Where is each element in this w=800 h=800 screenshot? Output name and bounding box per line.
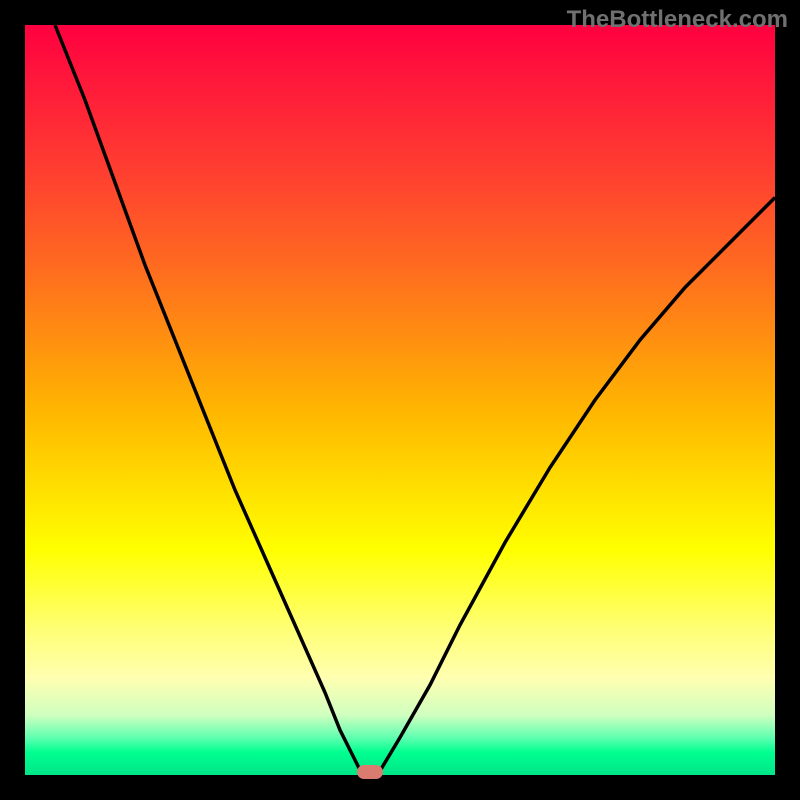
chart-plot-area: [25, 25, 775, 775]
bottleneck-curve: [25, 25, 775, 775]
watermark-text: TheBottleneck.com: [567, 6, 788, 34]
curve-left-branch: [55, 25, 375, 775]
curve-right-branch: [378, 198, 776, 776]
optimal-point-marker: [357, 765, 383, 779]
